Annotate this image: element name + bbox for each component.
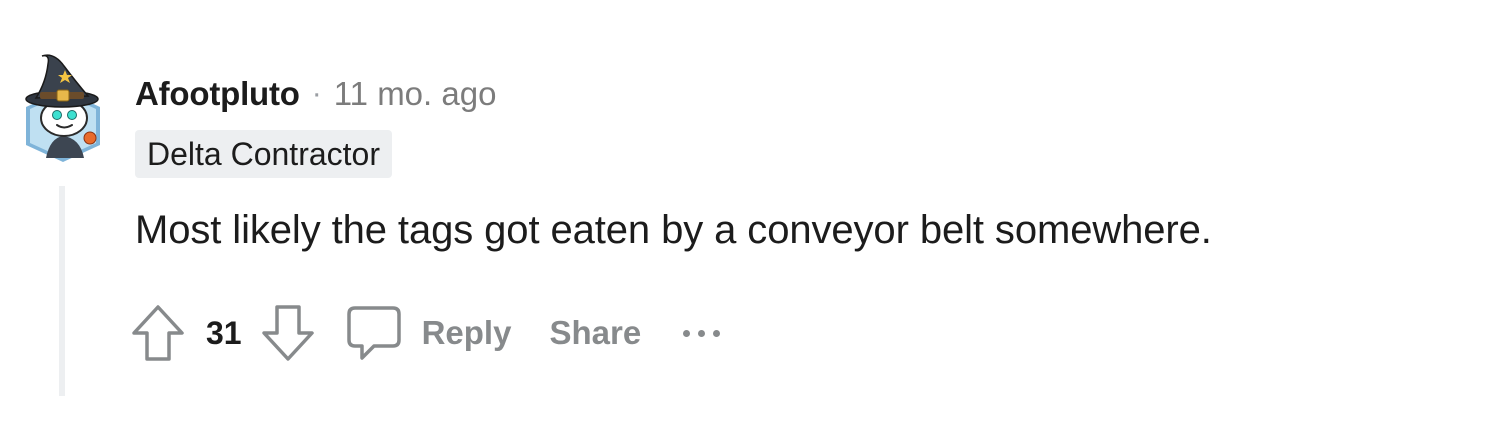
arrow-down-outline-icon (261, 305, 314, 361)
more-options-button[interactable] (683, 303, 721, 363)
downvote-button[interactable] (260, 303, 316, 363)
vote-score: 31 (206, 314, 242, 351)
comment-body: Most likely the tags got eaten by a conv… (135, 208, 1212, 252)
comment-meta: Afootpluto · 11 mo. ago (135, 72, 496, 116)
comment-actions: 31 Reply Share (130, 300, 721, 366)
wizard-snoo-icon (25, 54, 100, 162)
author-name[interactable]: Afootpluto (135, 75, 300, 113)
reply-label: Reply (421, 314, 512, 351)
timestamp[interactable]: 11 mo. ago (334, 75, 497, 113)
user-flair: Delta Contractor (135, 130, 392, 178)
upvote-button[interactable] (130, 303, 186, 363)
thread-line[interactable] (59, 186, 65, 396)
speech-bubble-icon (346, 306, 401, 360)
reply-button[interactable]: Reply (346, 304, 512, 362)
ellipsis-icon (683, 329, 691, 337)
share-button[interactable]: Share (549, 314, 641, 352)
meta-separator: · (311, 77, 322, 110)
arrow-up-outline-icon (132, 305, 184, 361)
comment: Afootpluto · 11 mo. ago Delta Contractor… (0, 0, 1500, 423)
avatar[interactable] (20, 52, 106, 164)
